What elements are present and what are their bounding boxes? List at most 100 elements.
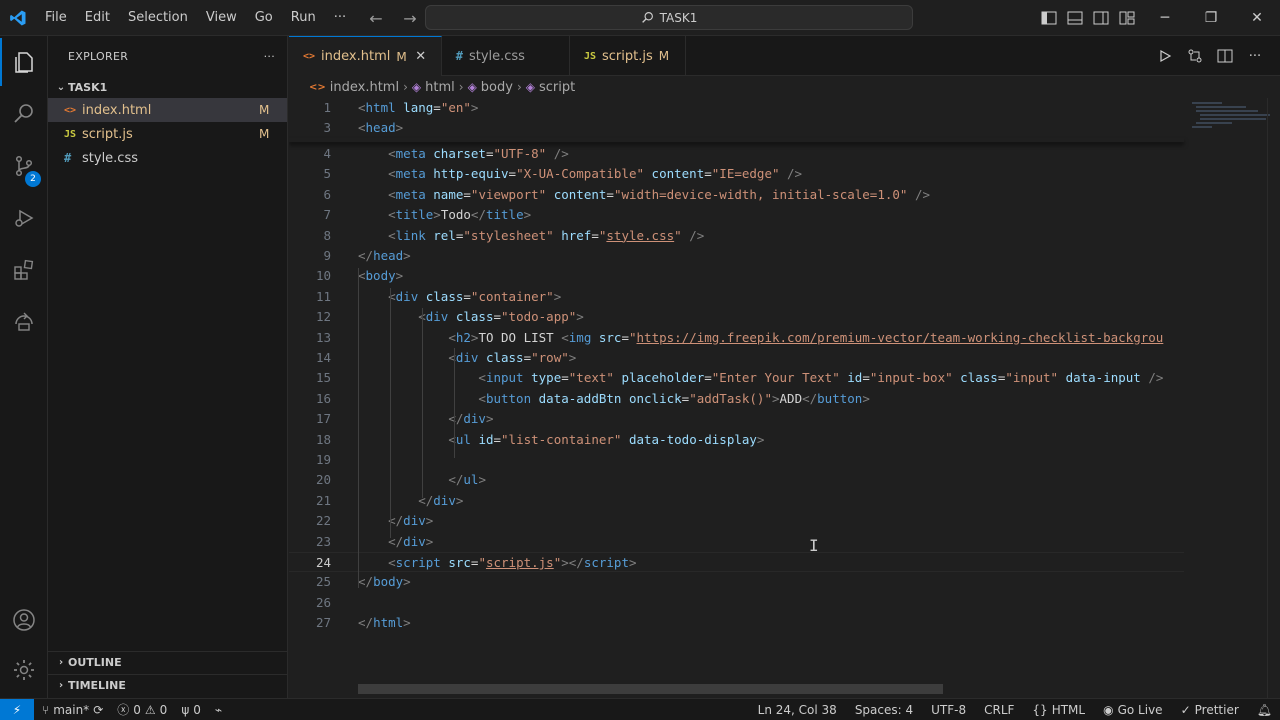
minimize-icon[interactable]: ─ bbox=[1142, 0, 1188, 36]
code-token: < bbox=[358, 120, 366, 135]
code-token: ADD bbox=[779, 390, 803, 406]
branch-indicator[interactable]: ⑂ main* ⟳ bbox=[42, 703, 103, 717]
code-token: html bbox=[365, 100, 396, 115]
code-line[interactable]: 18 <ul id="list-container" data-todo-dis… bbox=[289, 430, 1184, 450]
code-line[interactable]: 22 </div> bbox=[289, 511, 1184, 531]
tab-style-css[interactable]: # style.css bbox=[442, 36, 570, 76]
more-actions-icon[interactable]: ··· bbox=[1246, 47, 1264, 65]
menu-run[interactable]: Run bbox=[282, 0, 325, 36]
remote-explorer-icon[interactable] bbox=[0, 298, 48, 346]
explorer-icon[interactable] bbox=[0, 38, 48, 86]
code-line[interactable]: 20 </ul> bbox=[289, 470, 1184, 490]
notifications-bell-icon[interactable]: 🔔︎ bbox=[1257, 703, 1272, 717]
code-line[interactable]: 25 </body> bbox=[289, 572, 1184, 592]
code-line[interactable]: 17 </div> bbox=[289, 409, 1184, 429]
code-line[interactable]: 16 <button data-addBtn onclick="addTask(… bbox=[289, 389, 1184, 409]
code-text: <button data-addBtn onclick="addTask()">… bbox=[358, 389, 869, 409]
breadcrumb-file[interactable]: <> index.html bbox=[309, 80, 399, 95]
minimap[interactable] bbox=[1186, 98, 1270, 698]
code-line[interactable]: 13 <h2>TO DO LIST <img src="https://img.… bbox=[289, 328, 1184, 348]
breadcrumb-body[interactable]: ◈ body bbox=[468, 80, 513, 95]
toggle-primary-sidebar-icon[interactable] bbox=[1040, 9, 1058, 27]
back-arrow-icon[interactable]: ← bbox=[366, 9, 386, 28]
split-editor-icon[interactable] bbox=[1216, 47, 1234, 65]
vertical-scrollbar[interactable] bbox=[1267, 98, 1280, 698]
menu-selection[interactable]: Selection bbox=[119, 0, 197, 36]
encoding[interactable]: UTF-8 bbox=[931, 703, 966, 717]
code-line[interactable]: 10 <body> bbox=[289, 266, 1184, 286]
settings-gear-icon[interactable] bbox=[0, 646, 48, 694]
workspace-folder[interactable]: ⌄ TASK1 bbox=[48, 76, 287, 98]
customize-layout-icon[interactable] bbox=[1118, 9, 1136, 27]
code-token: https://img.freepik.com/premium-vector/t… bbox=[636, 329, 1164, 345]
code-line[interactable]: 27 </html> bbox=[289, 613, 1184, 633]
code-token: < bbox=[388, 207, 396, 223]
file-item-script-js[interactable]: JS script.js M bbox=[48, 122, 287, 146]
horizontal-scrollbar-thumb[interactable] bbox=[358, 684, 943, 694]
prettier-status[interactable]: ✓ Prettier bbox=[1181, 703, 1239, 717]
code-line[interactable]: 26 bbox=[289, 593, 1184, 613]
layout-controls bbox=[1040, 0, 1136, 36]
outline-section[interactable]: › OUTLINE bbox=[48, 651, 288, 673]
menu-go[interactable]: Go bbox=[246, 0, 282, 36]
menu-edit[interactable]: Edit bbox=[76, 0, 119, 36]
code-line[interactable]: 12 <div class="todo-app"> bbox=[289, 307, 1184, 327]
cursor-position[interactable]: Ln 24, Col 38 bbox=[758, 703, 837, 717]
ports-indicator[interactable]: ψ0 bbox=[181, 703, 201, 717]
code-line[interactable]: 14 <div class="row"> bbox=[289, 348, 1184, 368]
remote-indicator-icon[interactable]: ⚡ bbox=[0, 698, 34, 720]
tab-index-html[interactable]: <> index.html M ✕ bbox=[289, 36, 442, 76]
breadcrumb-html[interactable]: ◈ html bbox=[412, 80, 455, 95]
file-item-index-html[interactable]: <> index.html M bbox=[48, 98, 287, 122]
compare-changes-icon[interactable] bbox=[1186, 47, 1204, 65]
menu-view[interactable]: View bbox=[197, 0, 246, 36]
toggle-secondary-sidebar-icon[interactable] bbox=[1092, 9, 1110, 27]
toggle-panel-icon[interactable] bbox=[1066, 9, 1084, 27]
code-line[interactable]: 24 <script src="script.js"></script> bbox=[289, 552, 1184, 572]
indentation[interactable]: Spaces: 4 bbox=[855, 703, 913, 717]
code-text: </head> bbox=[358, 246, 411, 266]
code-token: class bbox=[485, 350, 524, 365]
accounts-icon[interactable] bbox=[0, 596, 48, 644]
end-of-line[interactable]: CRLF bbox=[984, 703, 1014, 717]
command-center-search[interactable]: TASK1 bbox=[425, 5, 913, 30]
code-line[interactable]: 3 <head> bbox=[289, 118, 1184, 138]
code-line[interactable]: 8 <link rel="stylesheet" href="style.css… bbox=[289, 226, 1184, 246]
code-token: content bbox=[651, 166, 705, 182]
code-line[interactable]: 7 <title>Todo</title> bbox=[289, 205, 1184, 225]
code-line[interactable]: 23 </div> bbox=[289, 532, 1184, 552]
problems-indicator[interactable]: ⓧ 0 ⚠ 0 bbox=[117, 701, 167, 718]
code-line[interactable]: 9 </head> bbox=[289, 246, 1184, 266]
explorer-more-icon[interactable]: ··· bbox=[264, 50, 275, 63]
code-editor[interactable]: 1 <html lang="en"> 3 <head> 4 <meta charset=… bbox=[289, 98, 1280, 698]
forward-arrow-icon[interactable]: → bbox=[400, 9, 420, 28]
code-line[interactable]: 6 <meta name="viewport" content="width=d… bbox=[289, 185, 1184, 205]
close-window-icon[interactable]: ✕ bbox=[1234, 0, 1280, 36]
code-line[interactable]: 4 <meta charset="UTF-8" /> bbox=[289, 144, 1184, 164]
language-mode[interactable]: {} HTML bbox=[1032, 703, 1085, 717]
menu-file[interactable]: File bbox=[36, 0, 76, 36]
timeline-section[interactable]: › TIMELINE bbox=[48, 674, 288, 696]
run-debug-icon[interactable] bbox=[0, 194, 48, 242]
run-icon[interactable] bbox=[1156, 47, 1174, 65]
code-line[interactable]: 5 <meta http-equiv="X-UA-Compatible" con… bbox=[289, 164, 1184, 184]
go-live-button[interactable]: ◉ Go Live bbox=[1103, 703, 1162, 717]
pin-indicator[interactable]: ⌁ bbox=[215, 703, 222, 717]
line-number: 20 bbox=[315, 472, 331, 488]
code-line[interactable]: 1 <html lang="en"> bbox=[289, 98, 1184, 118]
extensions-icon[interactable] bbox=[0, 246, 48, 294]
close-tab-icon[interactable]: ✕ bbox=[413, 49, 429, 64]
code-token: > bbox=[771, 390, 780, 406]
code-line[interactable]: 15 <input type="text" placeholder="Enter… bbox=[289, 368, 1184, 388]
search-activity-icon[interactable] bbox=[0, 90, 48, 138]
breadcrumb-script[interactable]: ◈ script bbox=[526, 80, 575, 95]
menu-more[interactable]: ··· bbox=[325, 0, 355, 36]
tab-script-js[interactable]: JS script.js M bbox=[570, 36, 687, 76]
source-control-icon[interactable]: 2 bbox=[0, 142, 48, 190]
code-line[interactable]: 21 </div> bbox=[289, 491, 1184, 511]
restore-icon[interactable]: ❐ bbox=[1188, 0, 1234, 36]
file-item-style-css[interactable]: # style.css bbox=[48, 146, 287, 170]
code-line[interactable]: 19 bbox=[289, 450, 1184, 470]
code-line[interactable]: 11 <div class="container"> bbox=[289, 287, 1184, 307]
